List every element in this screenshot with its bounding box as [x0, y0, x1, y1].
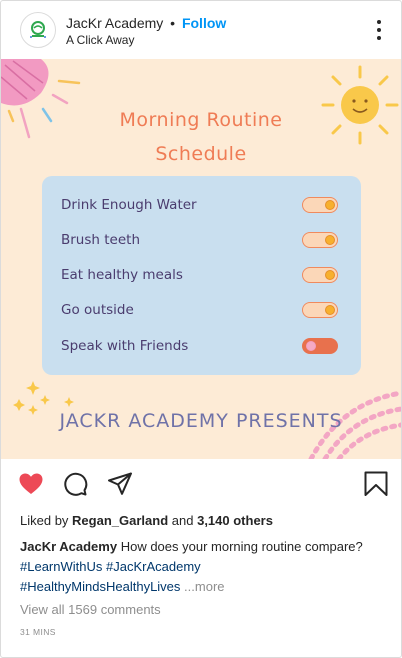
sun-icon — [321, 65, 399, 145]
toggle-knob — [306, 340, 316, 351]
more-dot — [377, 28, 381, 32]
routine-label: Speak with Friends — [61, 338, 189, 354]
more-options-icon[interactable] — [375, 20, 383, 40]
routine-label: Go outside — [61, 302, 134, 318]
toggle-knob — [325, 199, 335, 210]
routine-row: Eat healthy meals — [61, 265, 341, 285]
more-dot — [377, 20, 381, 24]
routine-label: Eat healthy meals — [61, 267, 183, 283]
comment-icon-svg — [64, 472, 88, 496]
bookmark-icon[interactable] — [363, 471, 389, 497]
toggle-on-icon — [302, 232, 338, 248]
routine-label: Brush teeth — [61, 232, 141, 248]
hashtag-link[interactable]: #HealthyMindsHealthyLives — [20, 579, 180, 594]
view-all-comments-link[interactable]: View all 1569 comments — [20, 602, 161, 617]
toggle-knob — [325, 269, 335, 280]
post-header: JacKr Academy • Follow A Click Away — [1, 1, 401, 59]
hashtag-link[interactable]: #JacKrAcademy — [106, 559, 201, 574]
image-title-line1: Morning Routine — [119, 109, 283, 131]
routine-card: Drink Enough Water Brush teeth Eat healt… — [42, 176, 361, 375]
routine-row: Drink Enough Water — [61, 195, 341, 215]
likes-prefix: Liked by — [20, 513, 69, 528]
routine-row: Speak with Friends — [61, 336, 341, 356]
avatar[interactable] — [20, 12, 56, 48]
routine-row: Brush teeth — [61, 230, 341, 250]
bookmark-icon-svg — [364, 471, 388, 496]
share-icon[interactable] — [107, 471, 133, 497]
routine-row: Go outside — [61, 300, 341, 320]
likes-others-link[interactable]: 3,140 others — [197, 513, 273, 528]
caption-text: How does your morning routine compare? — [120, 539, 363, 554]
header-line: JacKr Academy • Follow — [66, 14, 226, 32]
likes-conjunction: and — [171, 513, 194, 528]
location-label[interactable]: A Click Away — [66, 33, 226, 47]
routine-label: Drink Enough Water — [61, 197, 197, 213]
caption-author[interactable]: JacKr Academy — [20, 539, 117, 554]
toggle-on-icon — [302, 302, 338, 318]
post-timestamp: 31 MINS — [20, 627, 56, 637]
toggle-on-icon — [302, 197, 338, 213]
post-image[interactable]: Morning Routine Schedule Drink Enough Wa… — [1, 59, 401, 459]
action-bar — [1, 459, 401, 509]
likes-summary: Liked by Regan_Garland and 3,140 others — [20, 513, 273, 529]
caption: JacKr Academy How does your morning rout… — [20, 537, 390, 597]
caption-more-link[interactable]: ...more — [184, 579, 224, 594]
separator-dot: • — [170, 15, 176, 31]
account-name[interactable]: JacKr Academy — [66, 15, 163, 31]
more-dot — [377, 36, 381, 40]
toggle-on-icon — [302, 267, 338, 283]
liked-by-user-link[interactable]: Regan_Garland — [72, 513, 168, 528]
image-footer-text: JACKR ACADEMY PRESENTS — [59, 410, 343, 432]
image-title-line2: Schedule — [155, 143, 247, 165]
hashtag-link[interactable]: #LearnWithUs — [20, 559, 102, 574]
instagram-post: JacKr Academy • Follow A Click Away Morn… — [0, 0, 402, 658]
toggle-knob — [325, 304, 335, 315]
follow-button[interactable]: Follow — [182, 15, 226, 31]
heart-icon-svg — [19, 473, 43, 494]
header-text: JacKr Academy • Follow A Click Away — [66, 14, 226, 47]
academy-logo-icon — [30, 21, 46, 38]
comment-icon[interactable] — [62, 471, 88, 497]
share-icon-svg — [108, 472, 132, 495]
toggle-knob — [325, 234, 335, 245]
toggle-off-icon — [302, 338, 338, 354]
heart-icon[interactable] — [18, 471, 44, 497]
